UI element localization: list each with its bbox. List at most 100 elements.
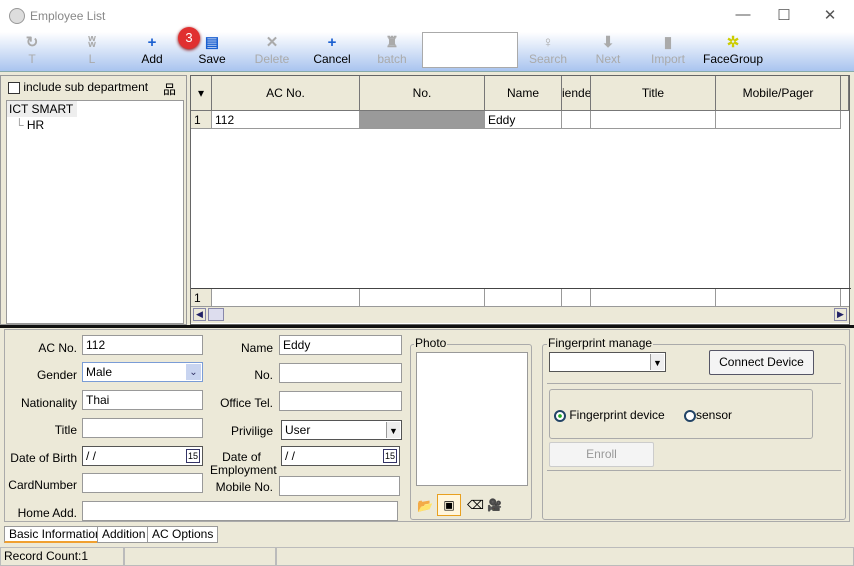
row-indicator[interactable]: 1	[191, 111, 212, 129]
column-header[interactable]: iende	[562, 76, 591, 111]
fingerprint-select[interactable]: ▼	[549, 352, 666, 372]
mobile-label: Mobile No.	[215, 480, 273, 494]
chevron-down-icon[interactable]: ⌄	[186, 364, 201, 380]
nationality-input[interactable]: Thai	[82, 390, 203, 410]
gender-select[interactable]: Male ⌄	[82, 362, 203, 382]
column-header[interactable]	[841, 76, 849, 111]
footer-cell	[360, 289, 485, 307]
footer-cell	[562, 289, 591, 307]
enroll-button[interactable]: Enroll	[549, 442, 654, 467]
import-button[interactable]: ▮ Import	[638, 32, 698, 72]
card-number-input[interactable]	[82, 473, 203, 493]
no-input[interactable]	[279, 363, 402, 383]
radio-selected[interactable]	[554, 409, 566, 422]
tab-addition[interactable]: Addition	[97, 526, 151, 543]
mobile-input[interactable]	[279, 476, 400, 496]
tab-basic-information[interactable]: Basic Information	[4, 526, 107, 543]
open-folder-icon[interactable]: 📂	[417, 498, 433, 514]
name-label: Name	[240, 341, 273, 355]
card-number-label: CardNumber	[8, 478, 77, 492]
department-tree[interactable]: ICT SMART └ HR	[6, 100, 184, 324]
doe-input[interactable]: / / 15	[281, 446, 400, 466]
t-icon: ↻	[25, 34, 39, 51]
cancel-button[interactable]: + Cancel	[302, 32, 362, 72]
ac-no-input[interactable]: 112	[82, 335, 203, 355]
horizontal-scrollbar[interactable]: ◀ ▶	[191, 306, 849, 323]
column-header[interactable]: Title	[591, 76, 716, 111]
name-input[interactable]: Eddy	[279, 335, 402, 355]
photo-label: Photo	[414, 336, 448, 350]
calendar-icon[interactable]: 15	[382, 449, 397, 463]
window-title: Employee List	[30, 9, 106, 23]
gender-label: Gender	[36, 368, 77, 382]
delete-button[interactable]: ✕ Delete	[242, 32, 302, 72]
cell-ac-no[interactable]: 112	[212, 111, 360, 129]
l-button[interactable]: ʬL	[62, 32, 122, 72]
add-icon: +	[147, 34, 157, 51]
cell-name[interactable]: Eddy	[485, 111, 562, 129]
chevron-down-icon[interactable]: ▼	[386, 422, 400, 438]
camera-icon[interactable]: 🎥	[487, 498, 502, 512]
sensor-radio[interactable]: sensor	[684, 408, 732, 422]
ac-no-label: AC No.	[38, 341, 77, 355]
scroll-left-icon[interactable]: ◀	[193, 308, 206, 321]
calendar-icon[interactable]: 15	[185, 449, 200, 463]
privilege-select[interactable]: User ▼	[281, 420, 402, 440]
column-header[interactable]: Name	[485, 76, 562, 111]
checkbox-box[interactable]	[8, 81, 20, 94]
cell-gender[interactable]	[562, 111, 591, 129]
fingerprint-device-radio[interactable]: Fingerprint device	[554, 408, 665, 422]
sensor-label: sensor	[696, 408, 733, 422]
record-count: Record Count:1	[0, 547, 124, 566]
next-button[interactable]: ⬇ Next	[578, 32, 638, 72]
title-label: Title	[54, 423, 77, 437]
home-address-input[interactable]	[82, 501, 398, 521]
chevron-down-icon[interactable]: ▼	[650, 354, 664, 370]
batch-icon: ♜	[385, 34, 399, 51]
grid-menu-dropdown[interactable]: ▾	[191, 76, 212, 111]
capture-photo-icon[interactable]: ▣	[437, 494, 461, 516]
close-button[interactable]: ✕	[820, 6, 840, 26]
column-header[interactable]: No.	[360, 76, 485, 111]
column-header[interactable]: AC No.	[212, 76, 360, 111]
tree-item-ict-smart[interactable]: ICT SMART	[7, 101, 77, 117]
button-label: Add	[141, 52, 163, 66]
button-label: FaceGroup	[702, 52, 764, 66]
facegroup-button[interactable]: ✲ FaceGroup	[698, 32, 768, 72]
eraser-icon[interactable]: ⌫	[467, 498, 484, 512]
tree-item-hr[interactable]: └ HR	[7, 117, 183, 132]
toolbar-input[interactable]	[422, 32, 518, 68]
maximize-button[interactable]: ☐	[774, 6, 794, 26]
cell-mobile[interactable]	[716, 111, 841, 129]
delete-icon: ✕	[265, 34, 279, 51]
radio-unselected[interactable]	[684, 409, 696, 422]
photo-box	[416, 352, 528, 486]
status-bar: Record Count:1	[0, 547, 854, 566]
button-label: Next	[595, 52, 621, 66]
fingerprint-group: Fingerprint manage ▼ Connect Device Fing…	[542, 336, 846, 520]
minimize-button[interactable]: —	[733, 6, 753, 26]
cancel-icon: +	[327, 34, 337, 51]
office-tel-input[interactable]	[279, 391, 402, 411]
org-tree-icon[interactable]: 品	[163, 79, 176, 98]
column-header[interactable]: Mobile/Pager	[716, 76, 841, 111]
dob-input[interactable]: / / 15	[82, 446, 203, 466]
include-sub-department-checkbox[interactable]: include sub department	[8, 80, 148, 94]
search-button[interactable]: ♀ Search	[518, 32, 578, 72]
doe-label: Date of Employment	[210, 450, 277, 477]
scroll-thumb[interactable]	[208, 308, 224, 321]
scroll-right-icon[interactable]: ▶	[834, 308, 847, 321]
employee-grid[interactable]: ▾ AC No. No. Name iende Title Mobile/Pager 1 …	[190, 75, 851, 325]
cell-no[interactable]	[360, 111, 485, 129]
step-badge: 3	[178, 27, 200, 49]
connect-device-button[interactable]: Connect Device	[709, 350, 814, 375]
tab-ac-options[interactable]: AC Options	[147, 526, 219, 543]
dob-label: Date of Birth	[10, 451, 77, 465]
batch-button[interactable]: ♜ batch	[362, 32, 422, 72]
splitter[interactable]	[0, 325, 854, 328]
t-button[interactable]: ↻ T	[2, 32, 62, 72]
footer-cell	[485, 289, 562, 307]
add-button[interactable]: + Add	[122, 32, 182, 72]
title-input[interactable]	[82, 418, 203, 438]
cell-title[interactable]	[591, 111, 716, 129]
